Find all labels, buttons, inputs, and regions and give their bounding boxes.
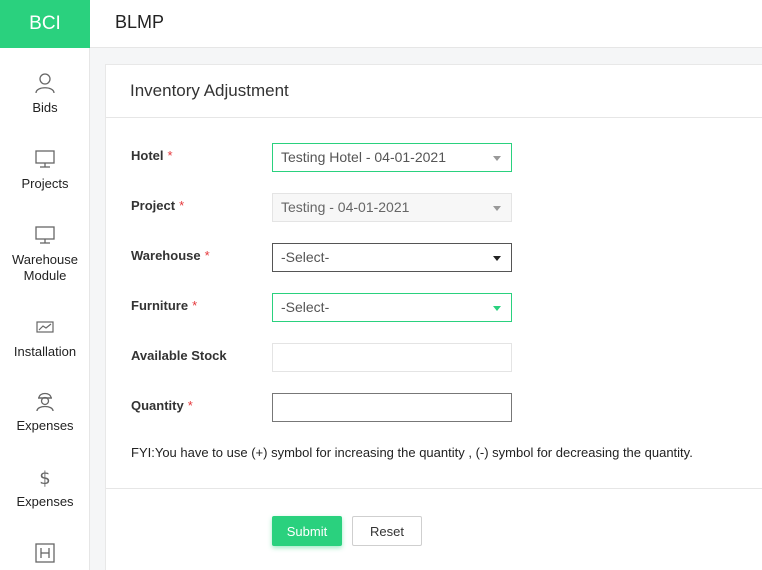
hotel-select-value: Testing Hotel - 04-01-2021	[281, 149, 446, 165]
furniture-label: Furniture *	[131, 298, 197, 313]
hotel-label: Hotel *	[131, 148, 173, 163]
hotel-select[interactable]: Testing Hotel - 04-01-2021	[272, 143, 512, 172]
sidebar-item-projects[interactable]: Projects	[0, 148, 90, 192]
sidebar-item-label: Bids	[32, 100, 58, 115]
reset-button[interactable]: Reset	[352, 516, 422, 546]
required-mark: *	[179, 198, 185, 213]
sidebar-item-hotel[interactable]	[0, 542, 90, 570]
sidebar-item-bids[interactable]: Bids	[0, 72, 90, 116]
svg-text:$: $	[39, 468, 50, 488]
warehouse-label: Warehouse *	[131, 248, 210, 263]
available-stock-label: Available Stock	[131, 348, 227, 363]
top-bar: BLMP	[90, 0, 762, 48]
required-mark: *	[187, 398, 193, 413]
dollar-icon: $	[39, 468, 50, 488]
panel-header: Inventory Adjustment	[106, 65, 762, 118]
furniture-label-text: Furniture	[131, 298, 189, 313]
project-label-text: Project	[131, 198, 176, 213]
fyi-note: FYI:You have to use (+) symbol for incre…	[131, 445, 693, 460]
sidebar-item-expenses[interactable]: Expenses	[0, 390, 90, 434]
monitor-icon	[35, 150, 55, 168]
sidebar-item-label: Installation	[13, 344, 77, 359]
sidebar: Bids Projects Warehouse Module Installat…	[0, 48, 90, 570]
submit-button[interactable]: Submit	[272, 516, 342, 546]
sidebar-item-label: Projects	[21, 176, 69, 191]
chart-icon	[36, 321, 54, 333]
quantity-label: Quantity *	[131, 398, 193, 413]
required-mark: *	[204, 248, 210, 263]
user-icon	[35, 73, 55, 94]
chevron-down-icon	[493, 156, 501, 161]
app-title: BLMP	[115, 12, 165, 32]
worker-icon	[36, 392, 54, 412]
page-title: Inventory Adjustment	[130, 81, 289, 100]
quantity-input[interactable]	[272, 393, 512, 422]
inventory-adjustment-panel: Inventory Adjustment Hotel * Testing Hote…	[105, 64, 762, 570]
available-stock-field[interactable]	[272, 343, 512, 372]
sidebar-item-label: Expenses	[16, 418, 74, 433]
sidebar-item-installation[interactable]: Installation	[0, 316, 90, 360]
available-stock-label-text: Available Stock	[131, 348, 227, 363]
hotel-label-text: Hotel	[131, 148, 164, 163]
chevron-down-icon	[493, 206, 501, 211]
required-mark: *	[192, 298, 198, 313]
project-label: Project *	[131, 198, 184, 213]
divider	[106, 488, 762, 489]
required-mark: *	[167, 148, 173, 163]
quantity-label-text: Quantity	[131, 398, 184, 413]
chevron-down-icon	[493, 256, 501, 261]
brand-logo[interactable]: BCI	[0, 0, 90, 48]
warehouse-select[interactable]: -Select-	[272, 243, 512, 272]
furniture-select-value: -Select-	[281, 299, 330, 315]
sidebar-item-label: Warehouse Module	[12, 252, 78, 283]
chevron-down-icon	[493, 306, 501, 311]
furniture-select[interactable]: -Select-	[272, 293, 512, 322]
project-select-value: Testing - 04-01-2021	[281, 199, 410, 215]
project-select[interactable]: Testing - 04-01-2021	[272, 193, 512, 222]
sidebar-item-warehouse-module[interactable]: Warehouse Module	[0, 224, 90, 284]
warehouse-label-text: Warehouse	[131, 248, 201, 263]
monitor-icon	[35, 226, 55, 244]
sidebar-item-label: Expenses	[16, 494, 74, 509]
sidebar-item-expenses-dollar[interactable]: $ Expenses	[0, 466, 90, 510]
hotel-icon	[35, 543, 55, 563]
warehouse-select-value: -Select-	[281, 249, 330, 265]
